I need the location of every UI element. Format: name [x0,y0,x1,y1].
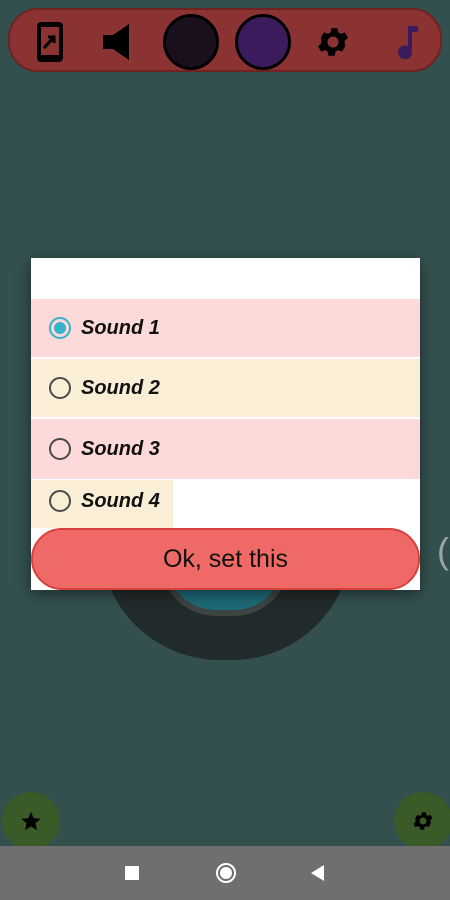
ok-set-button[interactable]: Ok, set this [31,528,420,590]
music-note-icon[interactable] [384,10,430,74]
settings-button[interactable] [394,792,450,850]
gear-icon[interactable] [310,10,356,74]
back-button[interactable] [298,846,338,900]
recents-button[interactable] [112,846,152,900]
recents-icon [125,866,139,880]
radio-unchecked-icon[interactable] [49,438,71,460]
gear-icon [413,812,433,830]
swatch-circle [235,14,291,70]
radio-unchecked-icon[interactable] [49,377,71,399]
color-swatch-purple[interactable] [234,10,292,74]
sound-option-label: Sound 3 [81,437,160,460]
sound-option-label: Sound 1 [81,316,160,339]
back-icon [311,865,324,881]
top-toolbar [8,8,442,72]
sound-option-label: Sound 4 [81,490,160,512]
home-icon [216,863,236,883]
sound-option-2[interactable]: Sound 2 [31,359,420,417]
sound-option-4[interactable]: Sound 4 [31,480,173,528]
sound-option-label: Sound 2 [81,376,160,399]
swatch-circle [163,14,219,70]
color-swatch-dark[interactable] [162,10,220,74]
phone-share-icon[interactable] [30,10,70,74]
system-nav-bar [0,846,450,900]
speaker-icon[interactable] [96,10,140,74]
radio-unchecked-icon[interactable] [49,490,71,512]
home-button[interactable] [206,846,246,900]
sound-option-3[interactable]: Sound 3 [31,419,420,479]
star-icon [21,811,41,831]
radio-checked-icon[interactable] [49,317,71,339]
sound-option-1[interactable]: Sound 1 [31,299,420,357]
side-handle: ( [437,530,449,571]
favorite-button[interactable] [2,792,60,850]
